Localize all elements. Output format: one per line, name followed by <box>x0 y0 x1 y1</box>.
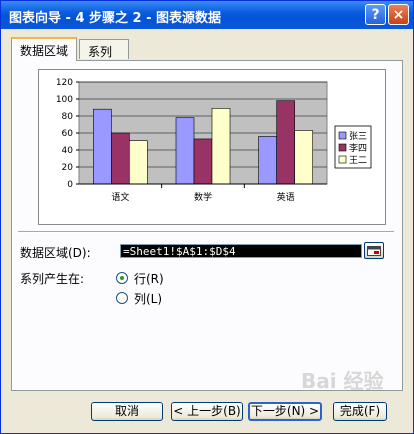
bar-张三-英语 <box>258 136 277 185</box>
collapse-dialog-button[interactable] <box>364 242 384 259</box>
next-button[interactable]: 下一步(N) > <box>248 402 322 421</box>
cancel-button[interactable]: 取消 <box>91 402 163 421</box>
radio-rows-label[interactable]: 行(R) <box>134 270 164 287</box>
help-button[interactable]: ? <box>365 4 386 25</box>
chart-preview: 0 20 40 60 80 100 120 语文 数学 英语 张三 李四 王二 <box>38 69 386 225</box>
legend-swatch <box>338 131 347 140</box>
bar-李四-语文 <box>111 132 130 185</box>
tab-series[interactable]: 系列 <box>79 39 129 59</box>
x-tick-label: 英语 <box>277 191 295 203</box>
x-tick-label: 数学 <box>194 191 212 203</box>
legend-swatch <box>338 143 347 152</box>
separator <box>18 231 394 233</box>
legend-label: 张三 <box>349 131 367 142</box>
radio-columns[interactable] <box>116 292 128 304</box>
radio-columns-label[interactable]: 列(L) <box>134 290 162 307</box>
finish-button[interactable]: 完成(F) <box>333 402 387 421</box>
bar-张三-语文 <box>93 108 112 185</box>
chart-wizard-dialog: 图表向导 - 4 步骤之 2 - 图表源数据 ? × 数据区域 系列 0 20 40… <box>0 0 414 434</box>
y-tick-label: 0 <box>67 180 73 190</box>
bar-李四-数学 <box>193 138 213 185</box>
bar-王二-数学 <box>211 108 231 185</box>
legend-swatch <box>338 155 347 164</box>
collapse-icon <box>367 245 381 256</box>
y-tick-label: 100 <box>56 95 73 105</box>
tab-data-range[interactable]: 数据区域 <box>11 37 77 61</box>
data-range-input[interactable]: =Sheet1!$A$1:$D$4 <box>120 244 362 258</box>
y-tick-label: 20 <box>62 163 74 173</box>
legend-label: 王二 <box>349 155 367 166</box>
title-bar: 图表向导 - 4 步骤之 2 - 图表源数据 ? × <box>1 1 413 29</box>
tab-panel: 0 20 40 60 80 100 120 语文 数学 英语 张三 李四 王二 数据区域(D): =Sh… <box>11 60 403 391</box>
chart-svg: 0 20 40 60 80 100 120 语文 数学 英语 张三李四王二 <box>56 78 372 203</box>
back-button[interactable]: < 上一步(B) <box>171 402 243 421</box>
y-tick-label: 40 <box>62 146 74 156</box>
legend-label: 李四 <box>349 142 367 154</box>
bar-李四-英语 <box>276 100 295 185</box>
y-tick-label: 80 <box>62 112 74 122</box>
radio-rows[interactable] <box>116 272 128 284</box>
bar-王二-语文 <box>129 140 148 185</box>
window-title: 图表向导 - 4 步骤之 2 - 图表源数据 <box>9 11 222 26</box>
data-range-label: 数据区域(D): <box>20 246 91 260</box>
watermark: Bai 经验 <box>301 369 384 393</box>
x-tick-label: 语文 <box>111 191 129 203</box>
series-in-label: 系列产生在: <box>20 272 85 286</box>
y-tick-label: 120 <box>56 78 73 88</box>
bar-王二-英语 <box>294 130 313 185</box>
radio-selected-dot <box>120 276 124 280</box>
close-button[interactable]: × <box>388 4 409 25</box>
y-tick-label: 60 <box>62 129 74 139</box>
bar-张三-数学 <box>175 117 195 185</box>
